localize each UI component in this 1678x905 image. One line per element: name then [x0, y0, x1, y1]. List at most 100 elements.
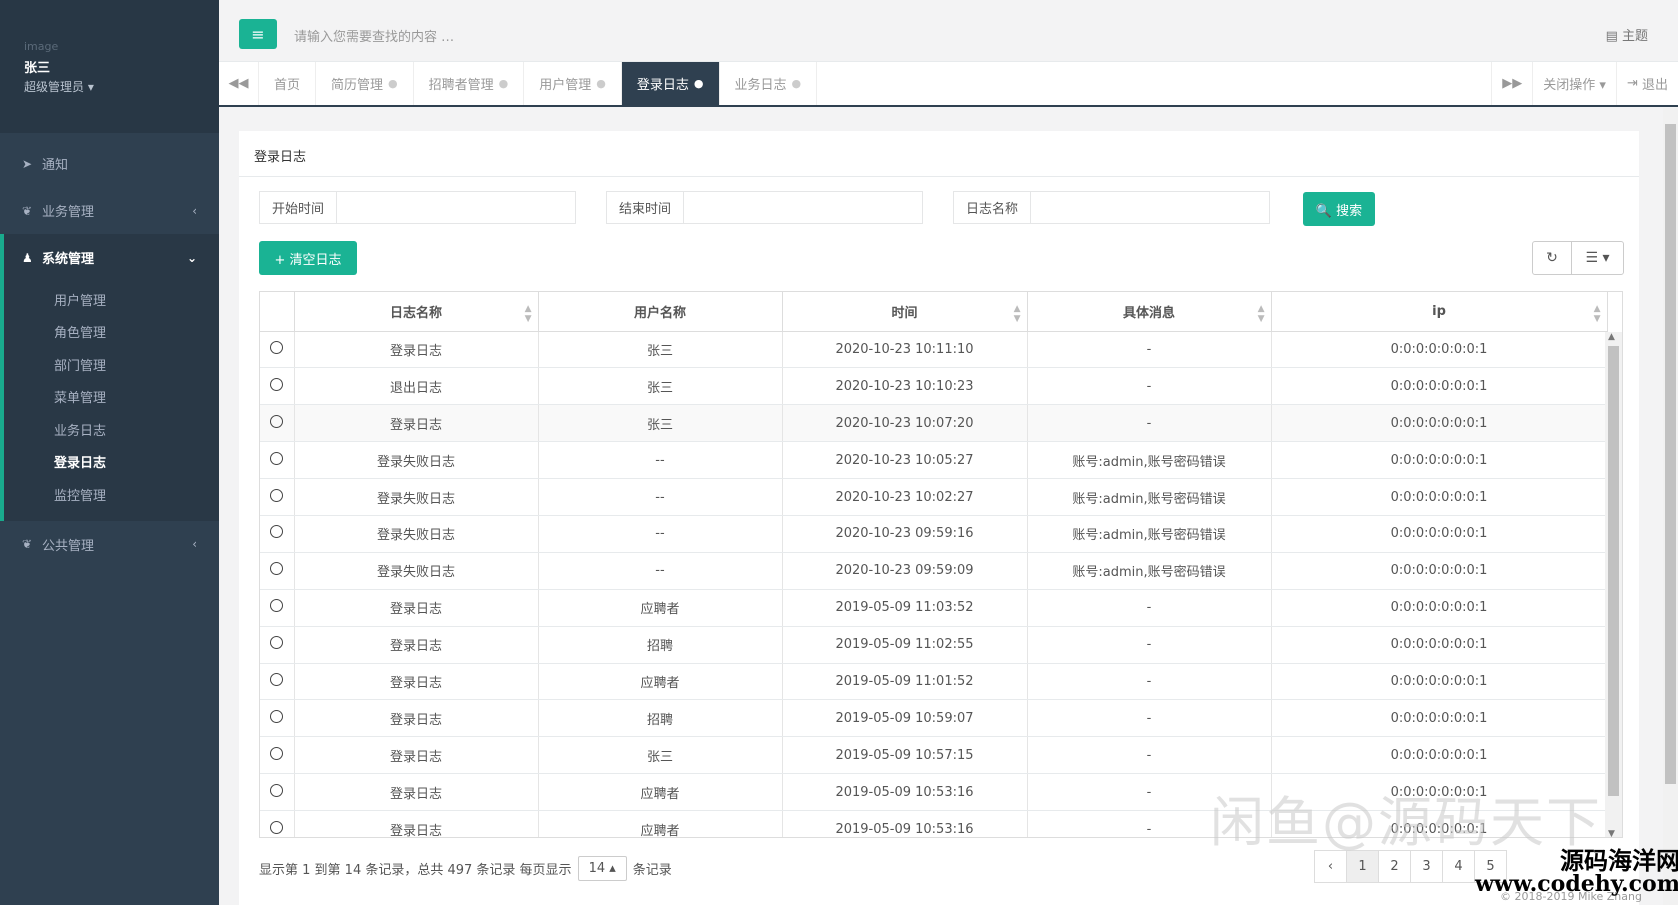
- close-icon[interactable]: ●: [388, 77, 398, 90]
- row-radio[interactable]: [270, 636, 284, 650]
- sidebar-subitem-login-log[interactable]: 登录日志: [4, 446, 219, 479]
- tab-users[interactable]: 用户管理 ●: [524, 62, 622, 105]
- tabs-next-button[interactable]: ▶▶: [1491, 62, 1532, 105]
- sidebar-item-public[interactable]: ❦ 公共管理 ‹: [0, 521, 219, 568]
- clear-log-button[interactable]: + 清空日志: [259, 241, 357, 275]
- column-header-time[interactable]: 时间 ▲ ▼: [782, 292, 1028, 332]
- tab-label: 首页: [274, 78, 301, 93]
- table-row[interactable]: 登录日志 张三 2019-05-09 10:57:15-0:0:0:0:0:0:0:…: [260, 736, 1608, 775]
- profile-role-dropdown[interactable]: 超级管理员 ▾: [24, 78, 195, 95]
- logout-button[interactable]: ⇥ 退出: [1615, 62, 1678, 105]
- table-row[interactable]: 登录日志 应聘者 2019-05-09 11:01:52-0:0:0:0:0:0:0…: [260, 663, 1608, 701]
- site-watermark: 源码海洋网 www.codehy.com: [1475, 848, 1678, 896]
- sidebar-subitem-monitor[interactable]: 监控管理: [4, 478, 219, 511]
- cell-time: 2019-05-09 11:01:52: [782, 663, 1028, 701]
- scrollbar-thumb[interactable]: [1608, 346, 1619, 796]
- menu-toggle-button[interactable]: ≡: [239, 19, 277, 49]
- sidebar-item-system[interactable]: ♟ 系统管理 ⌄: [0, 234, 219, 281]
- tab-login-log[interactable]: 登录日志 ●: [621, 62, 720, 105]
- row-radio[interactable]: [270, 377, 284, 391]
- cell-message: -: [1027, 626, 1272, 664]
- table-row[interactable]: 登录失败日志 -- 2020-10-23 09:59:16 账号:admin,账号密码…: [260, 515, 1608, 553]
- theme-button[interactable]: ▤ 主题: [1606, 25, 1648, 44]
- sidebar-subitem-users[interactable]: 用户管理: [4, 283, 219, 316]
- end-time-input[interactable]: [684, 192, 923, 223]
- table-scrollbar[interactable]: ▲ ▼: [1605, 332, 1622, 837]
- sort-icon: ▲ ▼: [1013, 304, 1021, 324]
- cell-user-name: 张三: [538, 736, 783, 775]
- column-header-user-name: 用户名称: [538, 292, 783, 332]
- close-icon[interactable]: ●: [596, 77, 606, 90]
- cell-user-name: --: [538, 552, 783, 590]
- column-header-ip[interactable]: ip ▲ ▼: [1271, 292, 1608, 332]
- row-radio[interactable]: [270, 599, 284, 613]
- row-radio[interactable]: [270, 783, 284, 797]
- global-search-input[interactable]: 请输入您需要查找的内容 …: [294, 26, 454, 45]
- log-name-input[interactable]: [1031, 192, 1270, 223]
- sidebar-item-label: 通知: [42, 158, 69, 173]
- start-time-label: 开始时间: [260, 192, 338, 223]
- sidebar-item-business[interactable]: ❦ 业务管理 ‹: [0, 187, 219, 234]
- close-ops-dropdown[interactable]: 关闭操作 ▾: [1532, 62, 1616, 105]
- row-radio[interactable]: [270, 562, 284, 576]
- user-icon: ♟: [22, 250, 33, 265]
- start-time-group: 开始时间: [259, 191, 577, 224]
- close-icon[interactable]: ●: [694, 77, 704, 90]
- header-label: 日志名称: [389, 305, 442, 321]
- close-icon[interactable]: ●: [792, 77, 802, 90]
- sidebar-subitem-menus[interactable]: 菜单管理: [4, 381, 219, 414]
- cell-time: 2019-05-09 10:53:16: [782, 773, 1028, 812]
- tab-recruiter[interactable]: 招聘者管理 ●: [414, 62, 525, 105]
- tab-list: 首页 简历管理 ● 招聘者管理 ● 用户管理 ● 登录日志 ● 业务日志 ●: [259, 62, 1491, 105]
- table-row[interactable]: 登录日志 招聘 2019-05-09 10:59:07-0:0:0:0:0:0:0:…: [260, 699, 1608, 738]
- row-radio[interactable]: [270, 451, 284, 465]
- table-row[interactable]: 登录失败日志 -- 2020-10-23 10:02:27 账号:admin,账号密码…: [260, 478, 1608, 516]
- row-radio[interactable]: [270, 488, 284, 502]
- scroll-down-icon[interactable]: ▼: [1608, 829, 1615, 837]
- table-row[interactable]: 登录日志 招聘 2019-05-09 11:02:55-0:0:0:0:0:0:0:…: [260, 626, 1608, 664]
- sidebar-item-label: 业务管理: [42, 205, 95, 220]
- filter-bar: 开始时间 结束时间 日志名称: [259, 191, 1300, 224]
- cell-message: -: [1027, 404, 1272, 443]
- scrollbar-thumb[interactable]: [1665, 124, 1676, 784]
- sidebar-subitem-roles[interactable]: 角色管理: [4, 316, 219, 349]
- table-row[interactable]: 登录日志 张三 2020-10-23 10:07:20-0:0:0:0:0:0:0:…: [260, 404, 1608, 443]
- table-row[interactable]: 退出日志 张三 2020-10-23 10:10:23-0:0:0:0:0:0:0:…: [260, 367, 1608, 406]
- table-row[interactable]: 登录日志 应聘者 2019-05-09 11:03:52-0:0:0:0:0:0:0…: [260, 589, 1608, 627]
- cell-user-name: 张三: [538, 404, 783, 443]
- sidebar-subitem-business-log[interactable]: 业务日志: [4, 413, 219, 446]
- tab-business-log[interactable]: 业务日志 ●: [720, 62, 818, 105]
- cell-user-name: --: [538, 441, 783, 480]
- tab-resume[interactable]: 简历管理 ●: [316, 62, 414, 105]
- cell-user-name: 应聘者: [538, 773, 783, 812]
- row-radio[interactable]: [270, 340, 284, 354]
- page-scrollbar[interactable]: [1663, 108, 1678, 905]
- tab-home[interactable]: 首页: [259, 62, 317, 105]
- row-radio[interactable]: [270, 709, 284, 723]
- row-radio[interactable]: [270, 672, 284, 686]
- cell-message: 账号:admin,账号密码错误: [1027, 441, 1272, 480]
- logout-icon: ⇥: [1626, 76, 1642, 91]
- close-icon[interactable]: ●: [499, 77, 509, 90]
- tabs-prev-button[interactable]: ◀◀: [219, 62, 259, 105]
- table-row[interactable]: 登录失败日志 -- 2020-10-23 10:05:27 账号:admin,账号密码…: [260, 441, 1608, 480]
- sidebar-subitem-departments[interactable]: 部门管理: [4, 348, 219, 381]
- page-size-select[interactable]: 14 ▴: [577, 856, 627, 881]
- row-radio[interactable]: [270, 414, 284, 428]
- pagination-summary: 显示第 1 到第 14 条记录，总共 497 条记录 每页显示: [259, 863, 572, 878]
- search-button[interactable]: 🔍 搜索: [1303, 192, 1375, 226]
- row-radio[interactable]: [270, 525, 284, 539]
- table-header-row: 日志名称 ▲ ▼ 用户名称 时间 ▲ ▼ 具体消息 ▲ ▼ ip ▲ ▼: [260, 292, 1608, 332]
- column-header-log-name[interactable]: 日志名称 ▲ ▼: [294, 292, 539, 332]
- refresh-icon[interactable]: ↻: [1533, 242, 1571, 274]
- row-radio[interactable]: [270, 820, 284, 834]
- sidebar-item-notice[interactable]: ➤ 通知: [0, 140, 219, 187]
- row-radio[interactable]: [270, 746, 284, 760]
- columns-toggle-button[interactable]: ☰ ▾: [1571, 242, 1623, 274]
- table-row[interactable]: 登录失败日志 -- 2020-10-23 09:59:09 账号:admin,账号密码…: [260, 552, 1608, 590]
- table-row[interactable]: 登录日志 张三 2020-10-23 10:11:10-0:0:0:0:0:0:0:…: [260, 331, 1608, 369]
- column-header-message[interactable]: 具体消息 ▲ ▼: [1027, 292, 1272, 332]
- scroll-up-icon[interactable]: ▲: [1608, 332, 1615, 342]
- logout-label: 退出: [1641, 78, 1668, 93]
- start-time-input[interactable]: [337, 192, 576, 223]
